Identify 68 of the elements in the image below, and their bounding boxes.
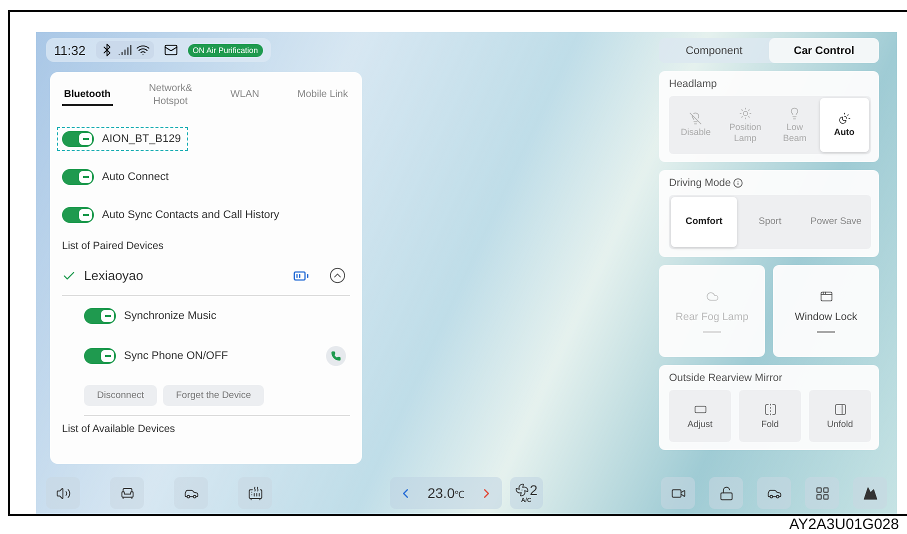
section-heading: List of Paired Devices <box>62 240 165 252</box>
speaker-icon <box>56 486 70 500</box>
mirror-button[interactable]: Adjust <box>669 390 731 442</box>
mail-icon <box>164 43 178 57</box>
tab[interactable]: Bluetooth <box>62 88 113 106</box>
apps-button[interactable] <box>805 477 840 509</box>
device-name: Lexiaoyao <box>84 268 144 283</box>
card-title: Outside Rearview Mirror <box>669 372 784 384</box>
phone-button[interactable] <box>326 346 346 366</box>
driving-mode-option[interactable]: Power Save <box>803 197 869 247</box>
card-title: Headlamp <box>669 78 718 90</box>
phone-icon <box>331 351 341 361</box>
air-purification-badge: ON Air Purification <box>188 44 263 56</box>
device-button[interactable]: Forget the Device <box>163 385 264 406</box>
toggle-label: Sync Phone ON/OFF <box>124 350 228 362</box>
headlamp-option[interactable]: Disable <box>671 98 720 152</box>
headlamp-option[interactable]: Low Beam <box>770 98 820 152</box>
toggle-switch[interactable] <box>62 131 94 147</box>
unlock-icon <box>718 486 734 500</box>
collapse-icon[interactable] <box>329 267 346 284</box>
defrost-button[interactable] <box>238 477 272 509</box>
signal-icon <box>118 43 132 57</box>
sun-moon-icon <box>838 112 851 126</box>
clock-time: 11:32 <box>54 42 86 58</box>
toggle-label: Auto Connect <box>102 171 169 183</box>
toggle-label: Synchronize Music <box>124 310 216 322</box>
gallery-button[interactable] <box>853 477 888 509</box>
grid-icon <box>814 486 830 500</box>
tab[interactable]: WLAN <box>228 88 262 106</box>
section-heading: List of Available Devices <box>62 423 176 435</box>
driving-mode-option[interactable]: Comfort <box>671 197 737 247</box>
cloud-icon <box>706 290 718 302</box>
tab[interactable]: Car Control <box>769 38 879 63</box>
tab[interactable]: Network& Hotspot <box>146 82 194 112</box>
camera-button[interactable] <box>661 477 696 509</box>
lightbulb-off-icon <box>689 112 702 126</box>
tab[interactable]: Component <box>659 38 769 63</box>
seat-icon <box>120 486 134 500</box>
temperature-value: 23.0℃ <box>427 485 465 501</box>
headlamp-option[interactable]: Auto <box>820 98 869 152</box>
card-title: Driving Mode <box>669 177 871 189</box>
car-button[interactable] <box>174 477 208 509</box>
window-icon <box>820 290 832 302</box>
lock-button[interactable] <box>709 477 744 509</box>
mountain-icon <box>862 486 878 500</box>
toggle-label: AION_BT_B129 <box>102 133 181 145</box>
toggle-switch[interactable] <box>62 207 94 223</box>
seat-button[interactable] <box>110 477 144 509</box>
driving-mode-option[interactable]: Sport <box>737 197 803 247</box>
toggle-label: Auto Sync Contacts and Call History <box>102 209 280 221</box>
toggle-switch[interactable] <box>84 348 116 364</box>
control-tile[interactable]: Window Lock <box>773 265 879 357</box>
toggle-switch[interactable] <box>84 308 116 324</box>
fan-icon <box>514 483 529 497</box>
headlamp-option[interactable]: Position Lamp <box>720 98 770 152</box>
device-button[interactable]: Disconnect <box>84 385 157 406</box>
car-button[interactable] <box>757 477 792 509</box>
heater-icon <box>248 486 262 500</box>
volume-button[interactable] <box>46 477 80 509</box>
mirror-button[interactable]: Unfold <box>809 390 871 442</box>
figure-code: AY2A3U01G028 <box>789 516 899 534</box>
panel-icon <box>834 402 846 416</box>
mirror-button[interactable]: Fold <box>739 390 801 442</box>
flip-icon <box>764 402 776 416</box>
info-icon[interactable] <box>732 178 743 188</box>
sun-icon <box>738 107 752 120</box>
toggle-switch[interactable] <box>62 169 94 185</box>
tab[interactable]: Mobile Link <box>295 88 350 106</box>
